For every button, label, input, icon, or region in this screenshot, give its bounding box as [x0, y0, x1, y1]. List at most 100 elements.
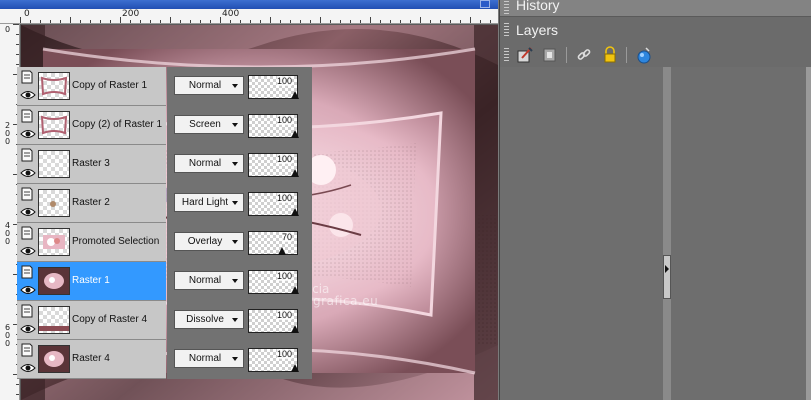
layer-thumbnail[interactable]	[38, 228, 70, 256]
blend-mode-label: Dissolve	[186, 314, 224, 325]
grip-icon[interactable]	[504, 23, 509, 37]
layers-panel-header[interactable]: Layers	[500, 17, 811, 43]
opacity-handle[interactable]	[291, 169, 299, 177]
layer-name-cell[interactable]: Raster 2	[17, 184, 166, 223]
opacity-handle[interactable]	[291, 325, 299, 333]
opacity-handle[interactable]	[291, 208, 299, 216]
lock-transparency-icon[interactable]	[600, 45, 620, 65]
layer-properties-cell: Normal 100	[167, 145, 312, 184]
eye-visibility-icon[interactable]	[20, 245, 36, 257]
blend-mode-dropdown[interactable]: Overlay	[174, 232, 244, 251]
grip-icon[interactable]	[504, 1, 509, 15]
blend-mode-label: Hard Light	[181, 197, 229, 208]
blend-mode-label: Overlay	[187, 236, 223, 247]
opacity-handle[interactable]	[278, 247, 286, 255]
eye-visibility-icon[interactable]	[20, 323, 36, 335]
layer-thumbnail[interactable]	[38, 111, 70, 139]
layer-name-cell[interactable]: Raster 4	[17, 340, 166, 379]
layer-thumbnail[interactable]	[38, 345, 70, 373]
opacity-handle[interactable]	[291, 364, 299, 372]
layer-name-cell[interactable]: Copy of Raster 1	[17, 67, 166, 106]
blend-mode-label: Normal	[188, 80, 222, 91]
layer-row[interactable]: Raster 4 Normal 100	[17, 340, 312, 379]
layer-group-icon[interactable]	[21, 343, 33, 357]
layer-group-icon[interactable]	[21, 265, 33, 279]
ruler-tick	[170, 17, 171, 23]
layer-name-label: Copy of Raster 1	[72, 80, 148, 91]
ruler-tick	[330, 20, 331, 23]
opacity-slider[interactable]: 100	[248, 309, 299, 333]
grip-icon[interactable]	[504, 48, 509, 62]
ruler-tick	[90, 20, 91, 23]
history-panel-header[interactable]: History	[500, 0, 811, 17]
opacity-slider[interactable]: 100	[248, 192, 299, 216]
opacity-slider[interactable]: 100	[248, 348, 299, 372]
blend-mode-dropdown[interactable]: Dissolve	[174, 310, 244, 329]
ruler-tick	[240, 20, 241, 23]
layer-thumbnail[interactable]	[38, 150, 70, 178]
layer-name-cell[interactable]: Copy (2) of Raster 1	[17, 106, 166, 145]
ruler-tick	[50, 20, 51, 23]
eye-visibility-icon[interactable]	[20, 284, 36, 296]
panel-splitter[interactable]	[663, 67, 671, 400]
layer-group-icon[interactable]	[21, 226, 33, 240]
ruler-tick	[160, 20, 161, 23]
layer-thumbnail[interactable]	[38, 306, 70, 334]
link-layers-icon[interactable]	[574, 45, 594, 65]
splitter-handle[interactable]	[663, 255, 671, 299]
layer-name-cell[interactable]: Raster 1	[17, 262, 166, 301]
layer-group-icon[interactable]	[21, 109, 33, 123]
opacity-value: 100	[276, 115, 292, 125]
layer-thumbnail[interactable]	[38, 189, 70, 217]
layer-name-cell[interactable]: Copy of Raster 4	[17, 301, 166, 340]
layer-name-cell[interactable]: Raster 3	[17, 145, 166, 184]
opacity-slider[interactable]: 70	[248, 231, 298, 255]
layer-group-icon[interactable]	[21, 148, 33, 162]
opacity-value: 70	[281, 232, 292, 242]
layer-name-cell[interactable]: Promoted Selection	[17, 223, 166, 262]
toolbar-separator	[566, 47, 567, 63]
layers-toolbar	[500, 43, 811, 67]
layer-thumbnail[interactable]	[38, 72, 70, 100]
blend-mode-dropdown[interactable]: Normal	[174, 154, 244, 173]
eye-visibility-icon[interactable]	[20, 128, 36, 140]
layer-row[interactable]: Raster 3 Normal 100	[17, 145, 312, 184]
layer-group-icon[interactable]	[21, 187, 33, 201]
new-mask-layer-icon[interactable]	[540, 45, 560, 65]
layer-group-icon[interactable]	[21, 70, 33, 84]
chevron-right-icon[interactable]	[665, 265, 669, 273]
blend-mode-dropdown[interactable]: Normal	[174, 271, 244, 290]
new-raster-layer-icon[interactable]	[515, 45, 535, 65]
blend-mode-dropdown[interactable]: Hard Light	[174, 193, 244, 212]
layer-row[interactable]: Promoted Selection Overlay 70	[17, 223, 312, 262]
opacity-slider[interactable]: 100	[248, 270, 299, 294]
layer-group-icon[interactable]	[21, 304, 33, 318]
eye-visibility-icon[interactable]	[20, 89, 36, 101]
opacity-handle[interactable]	[291, 91, 299, 99]
layers-scrollbar[interactable]	[806, 67, 811, 400]
layer-row[interactable]: Copy of Raster 4 Dissolve 100	[17, 301, 312, 340]
blend-mode-dropdown[interactable]: Normal	[174, 76, 244, 95]
opacity-handle[interactable]	[291, 130, 299, 138]
eye-visibility-icon[interactable]	[20, 362, 36, 374]
ruler-tick	[430, 20, 431, 23]
layer-row[interactable]: Raster 1 Normal 100	[17, 262, 312, 301]
ruler-tick	[30, 20, 31, 23]
eye-visibility-icon[interactable]	[20, 206, 36, 218]
blend-mode-dropdown[interactable]: Normal	[174, 349, 244, 368]
layer-row[interactable]: Copy (2) of Raster 1 Screen 100	[17, 106, 312, 145]
window-control-button[interactable]	[480, 0, 490, 8]
opacity-slider[interactable]: 100	[248, 153, 299, 177]
layer-row[interactable]: Raster 2 Hard Light 100	[17, 184, 312, 223]
opacity-handle[interactable]	[291, 286, 299, 294]
blend-mode-dropdown[interactable]: Screen	[174, 115, 244, 134]
opacity-slider[interactable]: 100	[248, 75, 299, 99]
vruler-label-400: 400	[5, 221, 11, 246]
opacity-slider[interactable]: 100	[248, 114, 299, 138]
layer-styles-icon[interactable]	[634, 45, 654, 65]
layer-name-label: Raster 4	[72, 353, 110, 364]
chevron-down-icon	[232, 162, 238, 166]
eye-visibility-icon[interactable]	[20, 167, 36, 179]
layer-thumbnail[interactable]	[38, 267, 70, 295]
layer-row[interactable]: Copy of Raster 1 Normal 100	[17, 67, 312, 106]
